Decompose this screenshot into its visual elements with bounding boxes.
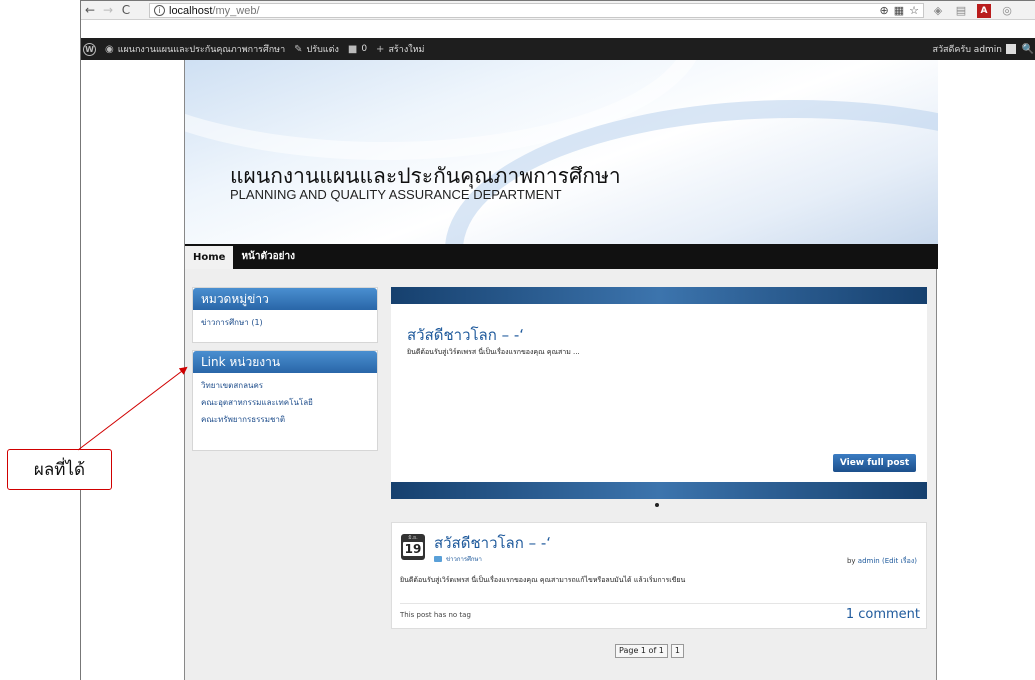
post-day: 19 (403, 542, 423, 556)
by-label: by (846, 557, 856, 565)
org-link[interactable]: วิทยาเขตสกลนคร (201, 377, 369, 394)
widget-title: Link หน่วยงาน (193, 351, 377, 373)
plus-icon: + (376, 43, 385, 55)
category-link[interactable]: ข่าวการศึกษา (1) (201, 314, 369, 331)
widget-title: หมวดหมู่ข่าว (193, 288, 377, 310)
comments-link[interactable]: 1 comment (846, 607, 920, 622)
comments-count: 0 (361, 44, 368, 54)
wp-admin-bar: W ◉ แผนกงานแผนและประกันคุณภาพการศึกษา ✎ … (81, 38, 1035, 60)
browser-window: ← → C i localhost/my_web/ ⊕ ▦ ☆ ◈ ▤ A ◎ … (80, 0, 1035, 680)
slide-title[interactable]: สวัสดีชาวโลก – -‘ (407, 323, 524, 347)
page-number-button[interactable]: 1 (670, 644, 684, 658)
post-entry: มิ.ย. 19 สวัสดีชาวโลก – -‘ ข่าวการศึกษา … (391, 522, 927, 629)
post-month: มิ.ย. (408, 535, 418, 541)
admin-greeting[interactable]: สวัสดีครับ admin (932, 42, 1002, 56)
post-excerpt: ยินดีต้อนรับสู่เวิร์ดเพรส นี่เป็นเรื่องแ… (400, 576, 686, 584)
comment-bubble-icon: ■ (347, 43, 358, 55)
url-path: /my_web/ (212, 4, 260, 17)
zoom-icon[interactable]: ⊕ (880, 4, 889, 17)
star-icon[interactable]: ☆ (909, 4, 919, 17)
new-item-label: สร้างใหม่ (388, 45, 425, 55)
org-link[interactable]: คณะอุตสาหกรรมและเทคโนโลยี (201, 394, 369, 411)
view-full-post-button[interactable]: View full post (833, 454, 916, 472)
admin-customize[interactable]: ✎ ปรับแต่ง (294, 42, 339, 56)
post-category[interactable]: ข่าวการศึกษา (434, 554, 482, 564)
site-header: แผนกงานแผนและประกันคุณภาพการศึกษา PLANNI… (185, 60, 938, 244)
nav-home[interactable]: Home (185, 244, 234, 269)
slider-pager-dot[interactable] (655, 503, 659, 507)
slider-bottom-bar (391, 482, 927, 499)
admin-comments[interactable]: ■ 0 (348, 44, 367, 55)
pdf-extension-icon[interactable]: A (977, 3, 991, 18)
dashboard-icon: ◉ (105, 43, 114, 55)
featured-slider: สวัสดีชาวโลก – -‘ ยินดีต้อนรับสู่เวิร์ดเ… (391, 287, 927, 499)
extension-icons: ◈ ▤ A ◎ (931, 3, 1014, 18)
address-bar[interactable]: i localhost/my_web/ ⊕ ▦ ☆ (149, 3, 924, 18)
categories-widget: หมวดหมู่ข่าว ข่าวการศึกษา (1) (192, 287, 378, 343)
extension-page-icon[interactable]: ▤ (954, 4, 968, 18)
links-widget: Link หน่วยงาน วิทยาเขตสกลนคร คณะอุตสาหกร… (192, 350, 378, 451)
slide-excerpt: ยินดีต้อนรับสู่เวิร์ดเพรส นี่เป็นเรื่องแ… (407, 348, 580, 356)
info-icon[interactable]: i (154, 5, 165, 16)
avatar[interactable] (1006, 44, 1016, 54)
translate-icon[interactable]: ▦ (894, 4, 904, 17)
wordpress-logo-icon[interactable]: W (83, 42, 96, 56)
annotation-callout: ผลที่ได้ (7, 449, 112, 490)
main-nav: Home หน้าตัวอย่าง (185, 244, 938, 269)
browser-toolbar: ← → C i localhost/my_web/ ⊕ ▦ ☆ ◈ ▤ A ◎ (81, 1, 1035, 20)
admin-site-name[interactable]: ◉ แผนกงานแผนและประกันคุณภาพการศึกษา (105, 42, 285, 56)
site-container: แผนกงานแผนและประกันคุณภาพการศึกษา PLANNI… (184, 60, 938, 680)
extension-puzzle-icon[interactable]: ◈ (931, 4, 945, 18)
post-tags: This post has no tag (400, 611, 471, 619)
page-count: Page 1 of 1 (615, 644, 668, 658)
pagination: Page 1 of 1 1 (615, 644, 684, 658)
author-link[interactable]: admin (858, 557, 880, 565)
customize-label: ปรับแต่ง (306, 45, 339, 55)
camera-icon[interactable]: ◎ (1000, 4, 1014, 18)
reload-icon[interactable]: C (117, 1, 135, 20)
post-footer: This post has no tag 1 comment (400, 603, 920, 622)
admin-new-item[interactable]: + สร้างใหม่ (376, 42, 424, 56)
org-link[interactable]: คณะทรัพยากรธรรมชาติ (201, 411, 369, 428)
slider-top-bar (391, 287, 927, 304)
back-icon[interactable]: ← (81, 1, 99, 20)
folder-icon (434, 556, 442, 562)
site-subtitle: PLANNING AND QUALITY ASSURANCE DEPARTMEN… (230, 187, 562, 202)
post-title[interactable]: สวัสดีชาวโลก – -‘ (434, 531, 551, 555)
edit-post-link[interactable]: (Edit เรื่อง) (882, 557, 917, 565)
nav-sample-page[interactable]: หน้าตัวอย่าง (233, 244, 303, 269)
url-host: localhost (169, 4, 213, 17)
site-name-label: แผนกงานแผนและประกันคุณภาพการศึกษา (117, 45, 286, 55)
forward-icon[interactable]: → (99, 1, 117, 20)
calendar-date-icon: มิ.ย. 19 (401, 534, 425, 560)
category-label: ข่าวการศึกษา (446, 556, 482, 563)
search-icon[interactable]: 🔍 (1020, 44, 1035, 55)
brush-icon: ✎ (294, 43, 303, 55)
post-meta: by admin (Edit เรื่อง) (847, 556, 917, 567)
